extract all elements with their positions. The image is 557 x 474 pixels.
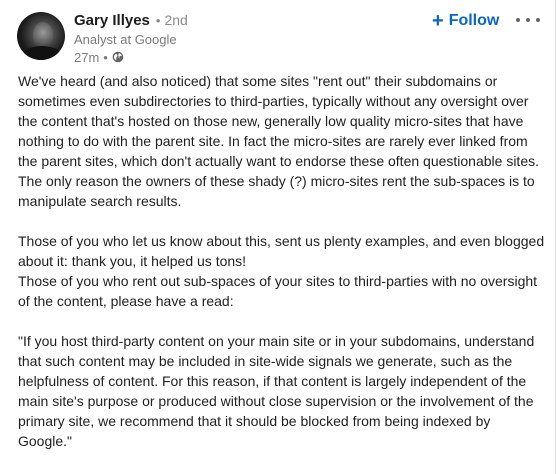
connection-degree: 2nd xyxy=(164,12,188,28)
post-meta: 27m • xyxy=(74,49,124,65)
post-body: We've heard (and also noticed) that some… xyxy=(18,71,548,471)
meta-separator: • xyxy=(103,49,108,65)
more-options-button[interactable] xyxy=(516,12,540,28)
post-paragraph-1: We've heard (and also noticed) that some… xyxy=(18,73,539,209)
name-separator: • xyxy=(155,13,161,28)
post-card: Gary Illyes • 2nd Analyst at Google 27m … xyxy=(0,0,556,474)
more-horizontal-icon-dot-2 xyxy=(526,18,530,22)
avatar-shoulders xyxy=(21,46,63,60)
avatar-face xyxy=(33,22,53,48)
author-name[interactable]: Gary Illyes xyxy=(74,12,150,29)
author-headline: Analyst at Google xyxy=(74,32,177,47)
post-time: 27m xyxy=(74,49,100,65)
post-paragraph-3: Those of you who rent out sub-spaces of … xyxy=(18,273,538,309)
globe-icon xyxy=(112,51,124,63)
post-paragraph-4: "If you host third-party content on your… xyxy=(18,333,535,449)
post-paragraph-2: Those of you who let us know about this,… xyxy=(18,233,545,269)
more-horizontal-icon-dot-1 xyxy=(516,18,520,22)
plus-icon: + xyxy=(432,10,444,32)
more-horizontal-icon-dot-3 xyxy=(536,18,540,22)
follow-label: Follow xyxy=(448,12,500,29)
author-name-line: Gary Illyes • 2nd xyxy=(74,12,188,32)
avatar[interactable] xyxy=(17,12,65,60)
follow-button[interactable]: + Follow xyxy=(432,10,499,32)
